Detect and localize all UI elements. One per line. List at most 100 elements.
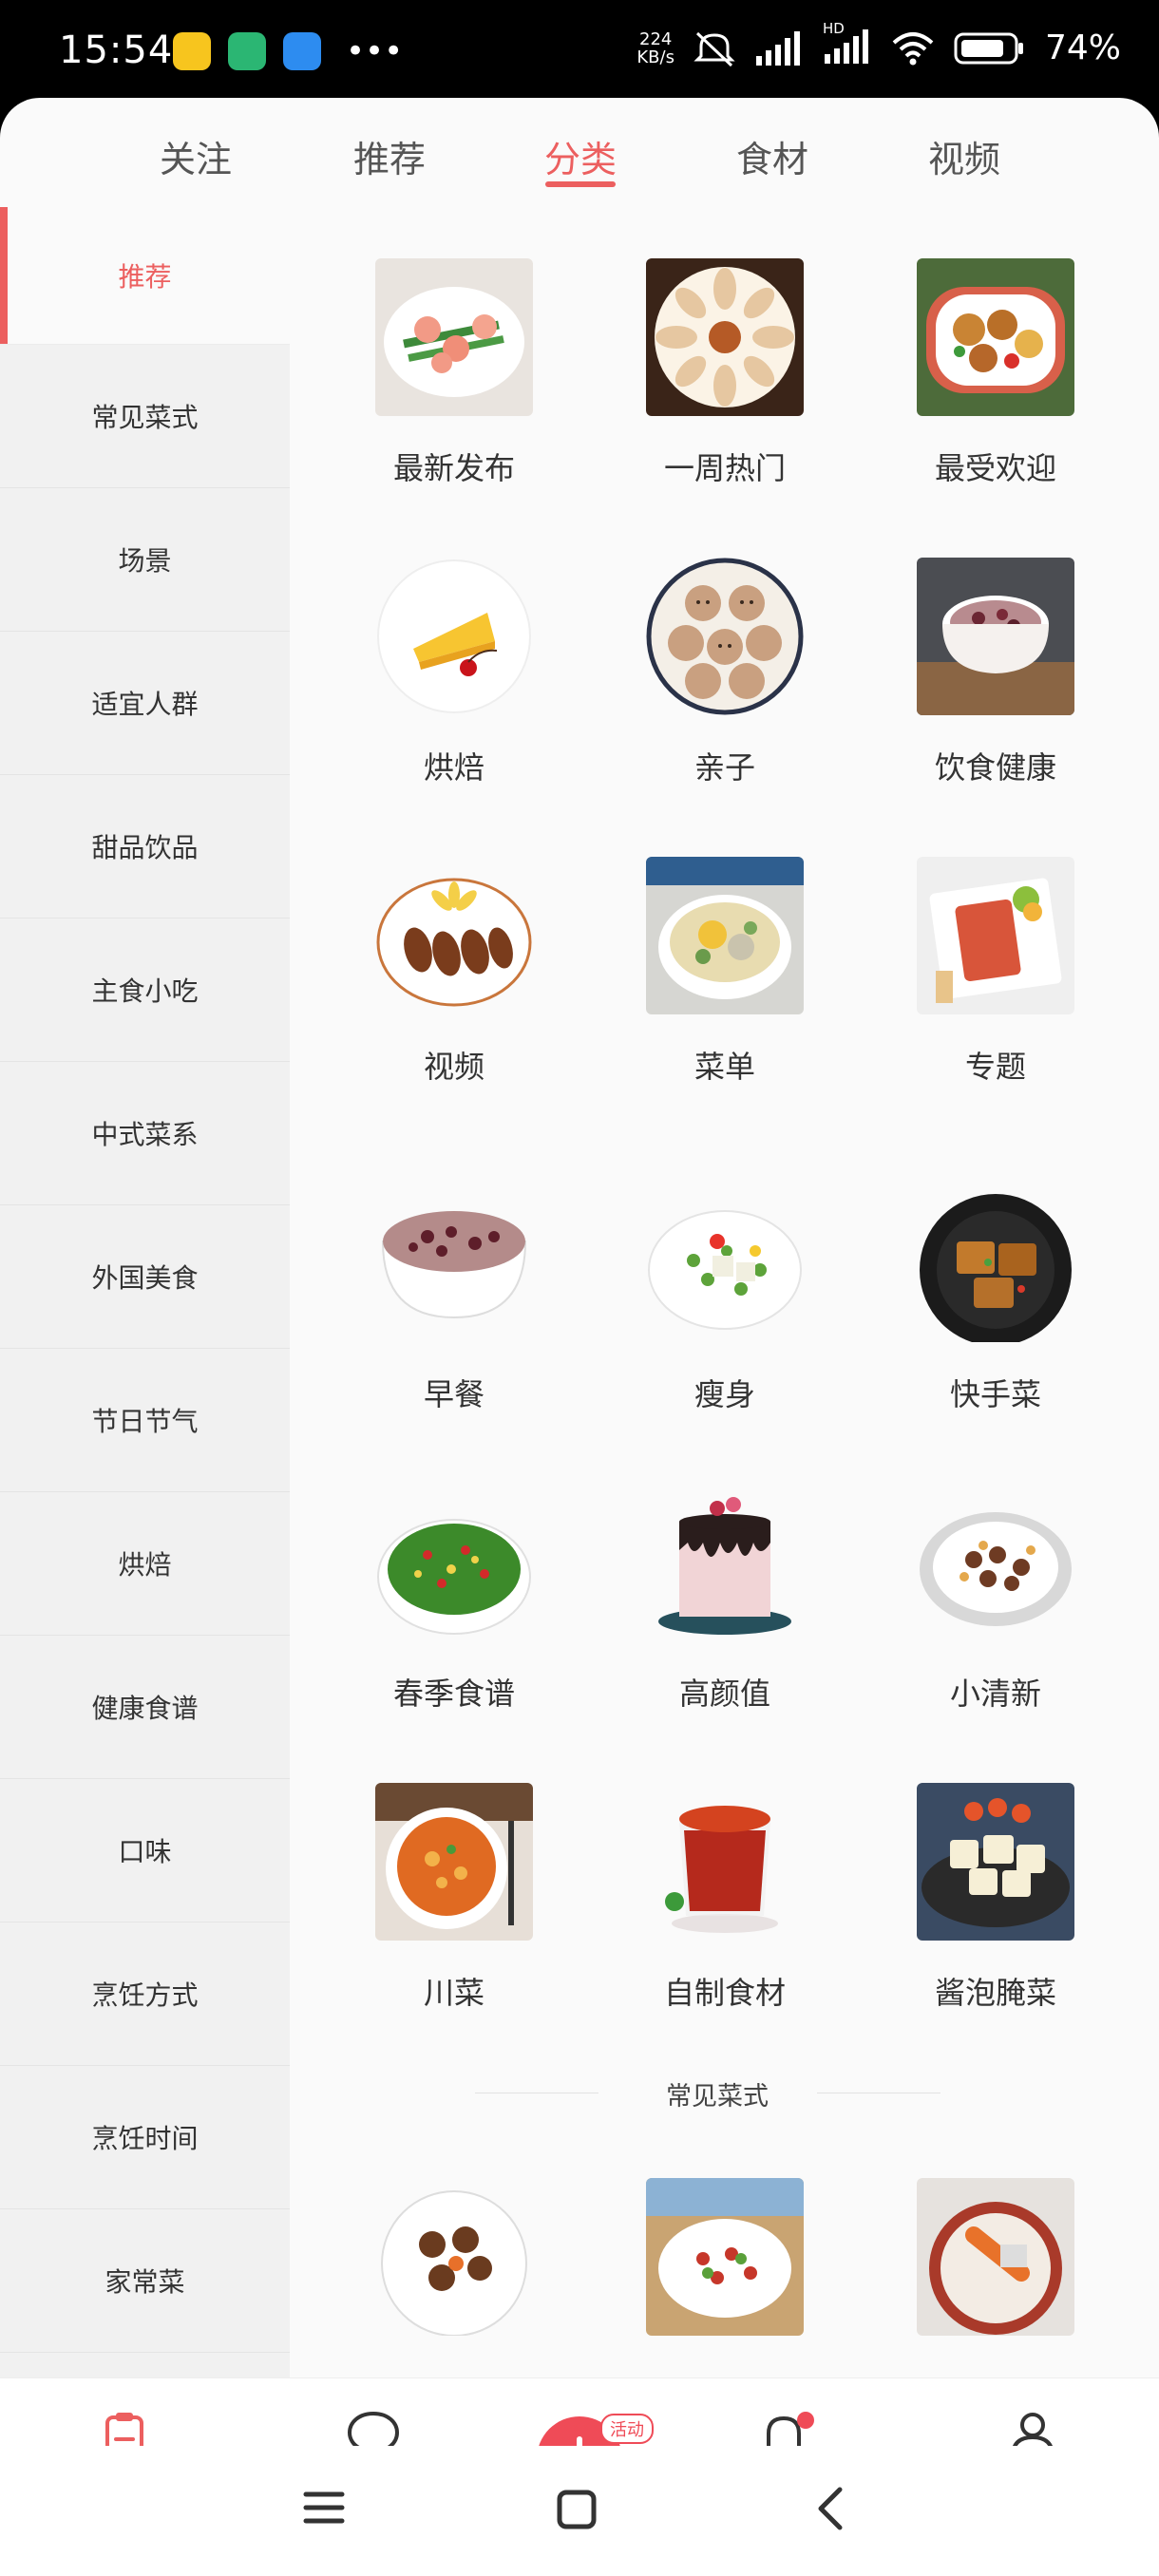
signal-icon [755, 30, 800, 66]
network-speed-unit: KB/s [636, 47, 674, 67]
category-tile-label: 小清新 [949, 1676, 1041, 1712]
greens-salad-image [375, 1484, 533, 1641]
category-tile-pickles[interactable]: 酱泡腌菜 [850, 1783, 1122, 2011]
category-tile-spring-recipes[interactable]: 春季食谱 [309, 1484, 580, 1712]
category-tile-label: 烘焙 [423, 749, 484, 786]
tab-follow[interactable]: 关注 [139, 130, 253, 182]
category-tile-label: 川菜 [423, 1975, 484, 2011]
system-nav-bar [0, 2446, 1159, 2576]
round-platter-rolls-image [646, 258, 804, 416]
section-title: 常见菜式 [666, 2082, 769, 2112]
sidebar-item-chinese-cuisine[interactable]: 中式菜系 [0, 1062, 290, 1205]
mute-icon [694, 31, 735, 66]
sidebar-item-baking[interactable]: 烘焙 [0, 1492, 290, 1636]
bear-buns-image [646, 558, 804, 715]
sidebar-item-cooking-method[interactable]: 烹饪方式 [0, 1923, 290, 2066]
category-tile-slimming[interactable]: 瘦身 [580, 1184, 851, 1412]
category-tile-quick-dishes[interactable]: 快手菜 [850, 1184, 1122, 1412]
sidebar-item-home-cooking[interactable]: 家常菜 [0, 2209, 290, 2353]
category-tile-most-popular[interactable]: 最受欢迎 [850, 258, 1122, 486]
stir-fry-plate-image [917, 1484, 1074, 1641]
app-screen: 关注 推荐 分类 食材 视频 推荐 常见菜式 场景 适宜人群 甜品饮品 主食小吃… [0, 98, 1159, 2482]
category-tile-label: 饮食健康 [934, 749, 1056, 786]
category-tile-label: 高颜值 [678, 1676, 770, 1712]
drip-cake-image [646, 1484, 804, 1641]
hd-label: HD [822, 19, 845, 37]
section-tile[interactable] [580, 2178, 851, 2406]
sidebar-item-desserts-drinks[interactable]: 甜品饮品 [0, 775, 290, 919]
menu-icon[interactable] [302, 2489, 346, 2527]
status-right: 224 KB/s HD 74% [636, 20, 1121, 68]
red-bean-porridge-image [375, 1184, 533, 1342]
category-tile-label: 视频 [423, 1049, 484, 1085]
category-tile-label: 春季食谱 [392, 1676, 515, 1712]
category-tile-label: 瘦身 [694, 1376, 755, 1412]
network-speed-value: 224 [639, 28, 673, 49]
category-tile-weekly-hot[interactable]: 一周热门 [580, 258, 851, 486]
spicy-soup-bowl-image [375, 1783, 533, 1941]
sidebar-item-staples-snacks[interactable]: 主食小吃 [0, 919, 290, 1062]
category-tile-label: 专题 [964, 1049, 1026, 1085]
sidebar-item-cooking-time[interactable]: 烹饪时间 [0, 2066, 290, 2209]
carrot-soup-image [917, 2178, 1074, 2336]
section-tile[interactable] [850, 2178, 1122, 2406]
app-notification-icon [228, 32, 266, 70]
category-tile-label: 一周热门 [663, 450, 786, 486]
cake-slice-cherry-image [375, 558, 533, 715]
sidebar-item-scenes[interactable]: 场景 [0, 488, 290, 632]
spare-ribs-plate-image [917, 857, 1074, 1014]
category-tile-breakfast[interactable]: 早餐 [309, 1184, 580, 1412]
pickled-radish-image [917, 1783, 1074, 1941]
category-tile-label: 自制食材 [663, 1975, 786, 2011]
category-tile-label: 亲子 [694, 749, 755, 786]
home-icon[interactable] [556, 2489, 598, 2530]
category-tile-high-looks[interactable]: 高颜值 [580, 1484, 851, 1712]
category-tile-latest[interactable]: 最新发布 [309, 258, 580, 486]
category-tile-menu[interactable]: 菜单 [580, 857, 851, 1085]
grain-porridge-bowl-image [917, 558, 1074, 715]
status-bar: 15:54 ••• 224 KB/s HD 74% [0, 0, 1159, 104]
braised-meat-plate-image [375, 2178, 533, 2336]
vegetable-salad-image [646, 1184, 804, 1342]
stewed-chicken-dish-image [917, 258, 1074, 416]
sidebar-item-healthy-recipes[interactable]: 健康食谱 [0, 1636, 290, 1779]
category-tile-video[interactable]: 视频 [309, 857, 580, 1085]
sidebar-item-foreign-food[interactable]: 外国美食 [0, 1205, 290, 1349]
category-tile-label: 菜单 [694, 1049, 755, 1085]
category-grid: 最新发布 一周热门 最受欢迎 烘焙 亲子 饮食健康 视频 菜单 专题 早餐 瘦身… [290, 98, 1159, 2336]
jam-jar-image [646, 1783, 804, 1941]
wifi-icon [892, 31, 934, 65]
app-notification-icon [283, 32, 321, 70]
category-tile-label: 最受欢迎 [934, 450, 1056, 486]
battery-icon [954, 32, 1023, 64]
more-notifications-icon: ••• [346, 32, 404, 70]
notification-icons: ••• [173, 32, 403, 70]
app-notification-icon [173, 32, 211, 70]
category-tile-label: 酱泡腌菜 [934, 1975, 1056, 2011]
category-tile-baking[interactable]: 烘焙 [309, 558, 580, 786]
section-tile[interactable] [309, 2178, 580, 2406]
sidebar-item-suitable-people[interactable]: 适宜人群 [0, 632, 290, 775]
category-tile-homemade[interactable]: 自制食材 [580, 1783, 851, 2011]
category-tile-fresh[interactable]: 小清新 [850, 1484, 1122, 1712]
category-tile-label: 早餐 [423, 1376, 484, 1412]
sidebar-item-common-dishes[interactable]: 常见菜式 [0, 345, 290, 488]
sidebar-item-recommend[interactable]: 推荐 [0, 207, 290, 345]
braised-tofu-plate-image [917, 1184, 1074, 1342]
category-tile-parent-child[interactable]: 亲子 [580, 558, 851, 786]
activity-badge: 活动 [600, 2414, 654, 2444]
category-sidebar: 推荐 常见菜式 场景 适宜人群 甜品饮品 主食小吃 中式菜系 外国美食 节日节气… [0, 207, 290, 2382]
category-tile-topics[interactable]: 专题 [850, 857, 1122, 1085]
shrimp-greenbean-plate-image [375, 258, 533, 416]
category-tile-healthy-diet[interactable]: 饮食健康 [850, 558, 1122, 786]
category-tile-sichuan[interactable]: 川菜 [309, 1783, 580, 2011]
sidebar-item-flavor[interactable]: 口味 [0, 1779, 290, 1923]
battery-percent: 74% [1044, 28, 1121, 67]
status-time: 15:54 [59, 28, 174, 72]
network-speed: 224 KB/s [636, 30, 674, 66]
back-icon[interactable] [813, 2486, 847, 2531]
peanut-salad-image [646, 2178, 804, 2336]
sidebar-item-festivals[interactable]: 节日节气 [0, 1349, 290, 1492]
category-tile-label: 最新发布 [392, 450, 515, 486]
category-tile-label: 快手菜 [949, 1376, 1041, 1412]
